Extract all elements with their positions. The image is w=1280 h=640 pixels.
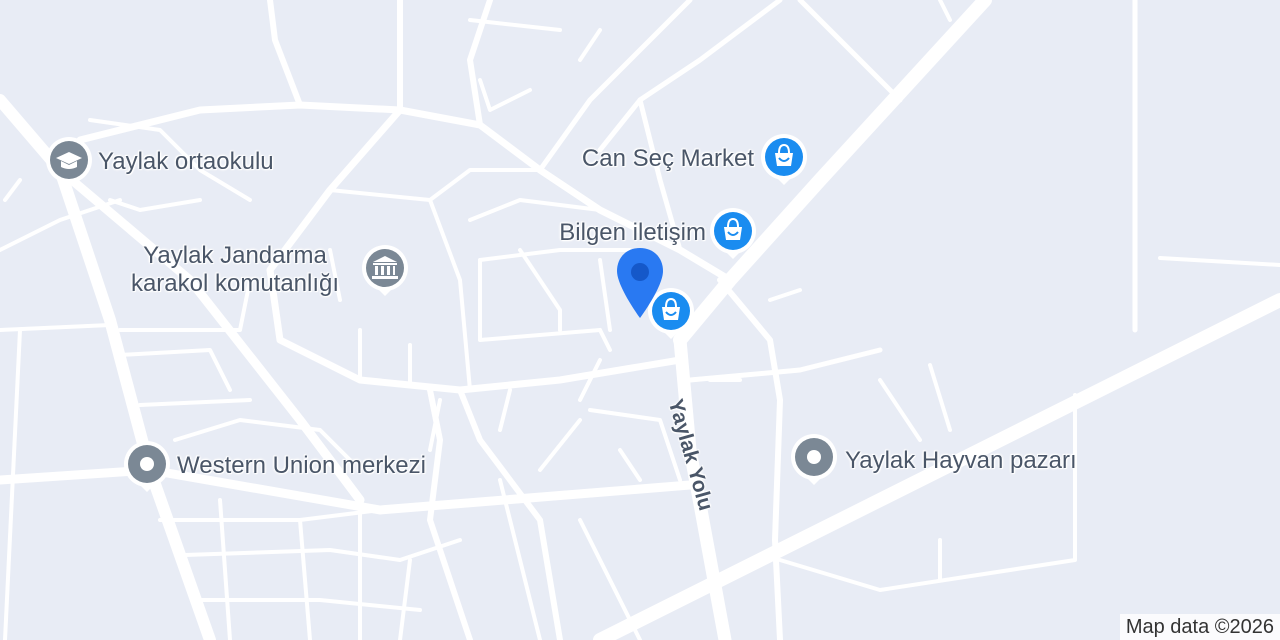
shopping-bag-icon	[761, 134, 807, 185]
poi-yaylak-jandarma[interactable]: Yaylak Jandarma karakol komutanlığı	[110, 240, 415, 304]
poi-yaylak-hayvan-pazari[interactable]: Yaylak Hayvan pazarı	[787, 431, 1117, 489]
poi-label: Yaylak Hayvan pazarı	[845, 447, 1077, 474]
school-icon	[46, 137, 92, 188]
location-pin-icon[interactable]	[612, 245, 668, 321]
map-canvas[interactable]: Yaylak Yolu Yaylak ortaokulu Yaylak Jand…	[0, 0, 1280, 640]
dot-icon	[124, 441, 170, 492]
poi-label-line2: karakol komutanlığı	[130, 270, 340, 297]
poi-can-sec-market[interactable]: Can Seç Market	[555, 131, 810, 189]
poi-label: Can Seç Market	[581, 145, 754, 172]
dot-icon	[791, 434, 837, 485]
poi-western-union[interactable]: Western Union merkezi	[120, 438, 470, 496]
poi-label: Yaylak ortaokulu	[98, 148, 274, 175]
map-attribution: Map data ©2026	[1119, 614, 1280, 640]
poi-label-line1: Yaylak Jandarma	[143, 242, 327, 269]
poi-label: Bilgen iletişim	[559, 219, 706, 246]
government-building-icon	[362, 245, 408, 296]
shopping-bag-icon	[710, 208, 756, 259]
poi-label: Western Union merkezi	[177, 452, 426, 479]
poi-yaylak-ortaokulu[interactable]: Yaylak ortaokulu	[42, 134, 312, 190]
